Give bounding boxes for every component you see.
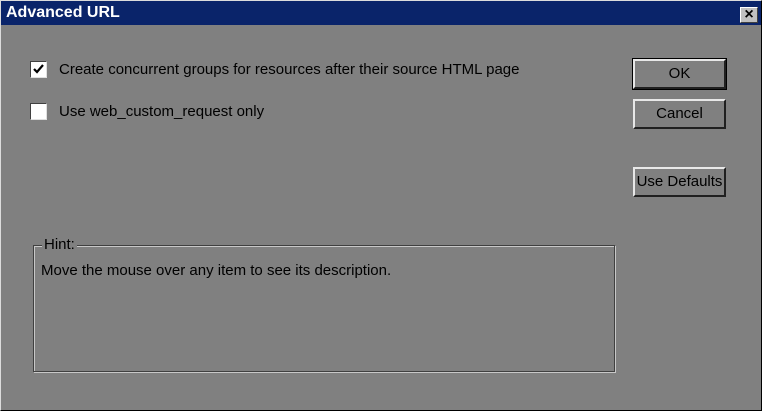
- advanced-url-dialog: Advanced URL × Create concurrent groups …: [0, 0, 762, 411]
- hint-text: Move the mouse over any item to see its …: [41, 262, 392, 279]
- close-icon: ×: [744, 6, 754, 23]
- hint-legend: Hint:: [42, 236, 77, 253]
- hint-group: Hint: Move the mouse over any item to se…: [33, 236, 615, 372]
- cancel-button[interactable]: Cancel: [633, 99, 726, 129]
- checkmark-icon: [33, 64, 44, 74]
- web-custom-request-label: Use web_custom_request only: [59, 103, 265, 120]
- close-button[interactable]: ×: [740, 6, 758, 23]
- ok-button[interactable]: OK: [632, 58, 727, 90]
- title-bar: Advanced URL ×: [1, 1, 761, 25]
- web-custom-request-checkbox[interactable]: [30, 103, 47, 120]
- option-concurrent-groups[interactable]: Create concurrent groups for resources a…: [30, 61, 590, 81]
- dialog-title: Advanced URL: [6, 4, 120, 21]
- concurrent-groups-checkbox[interactable]: [30, 61, 47, 78]
- concurrent-groups-label: Create concurrent groups for resources a…: [59, 61, 520, 78]
- use-defaults-button[interactable]: Use Defaults: [633, 167, 726, 197]
- option-web-custom-request[interactable]: Use web_custom_request only: [30, 103, 330, 123]
